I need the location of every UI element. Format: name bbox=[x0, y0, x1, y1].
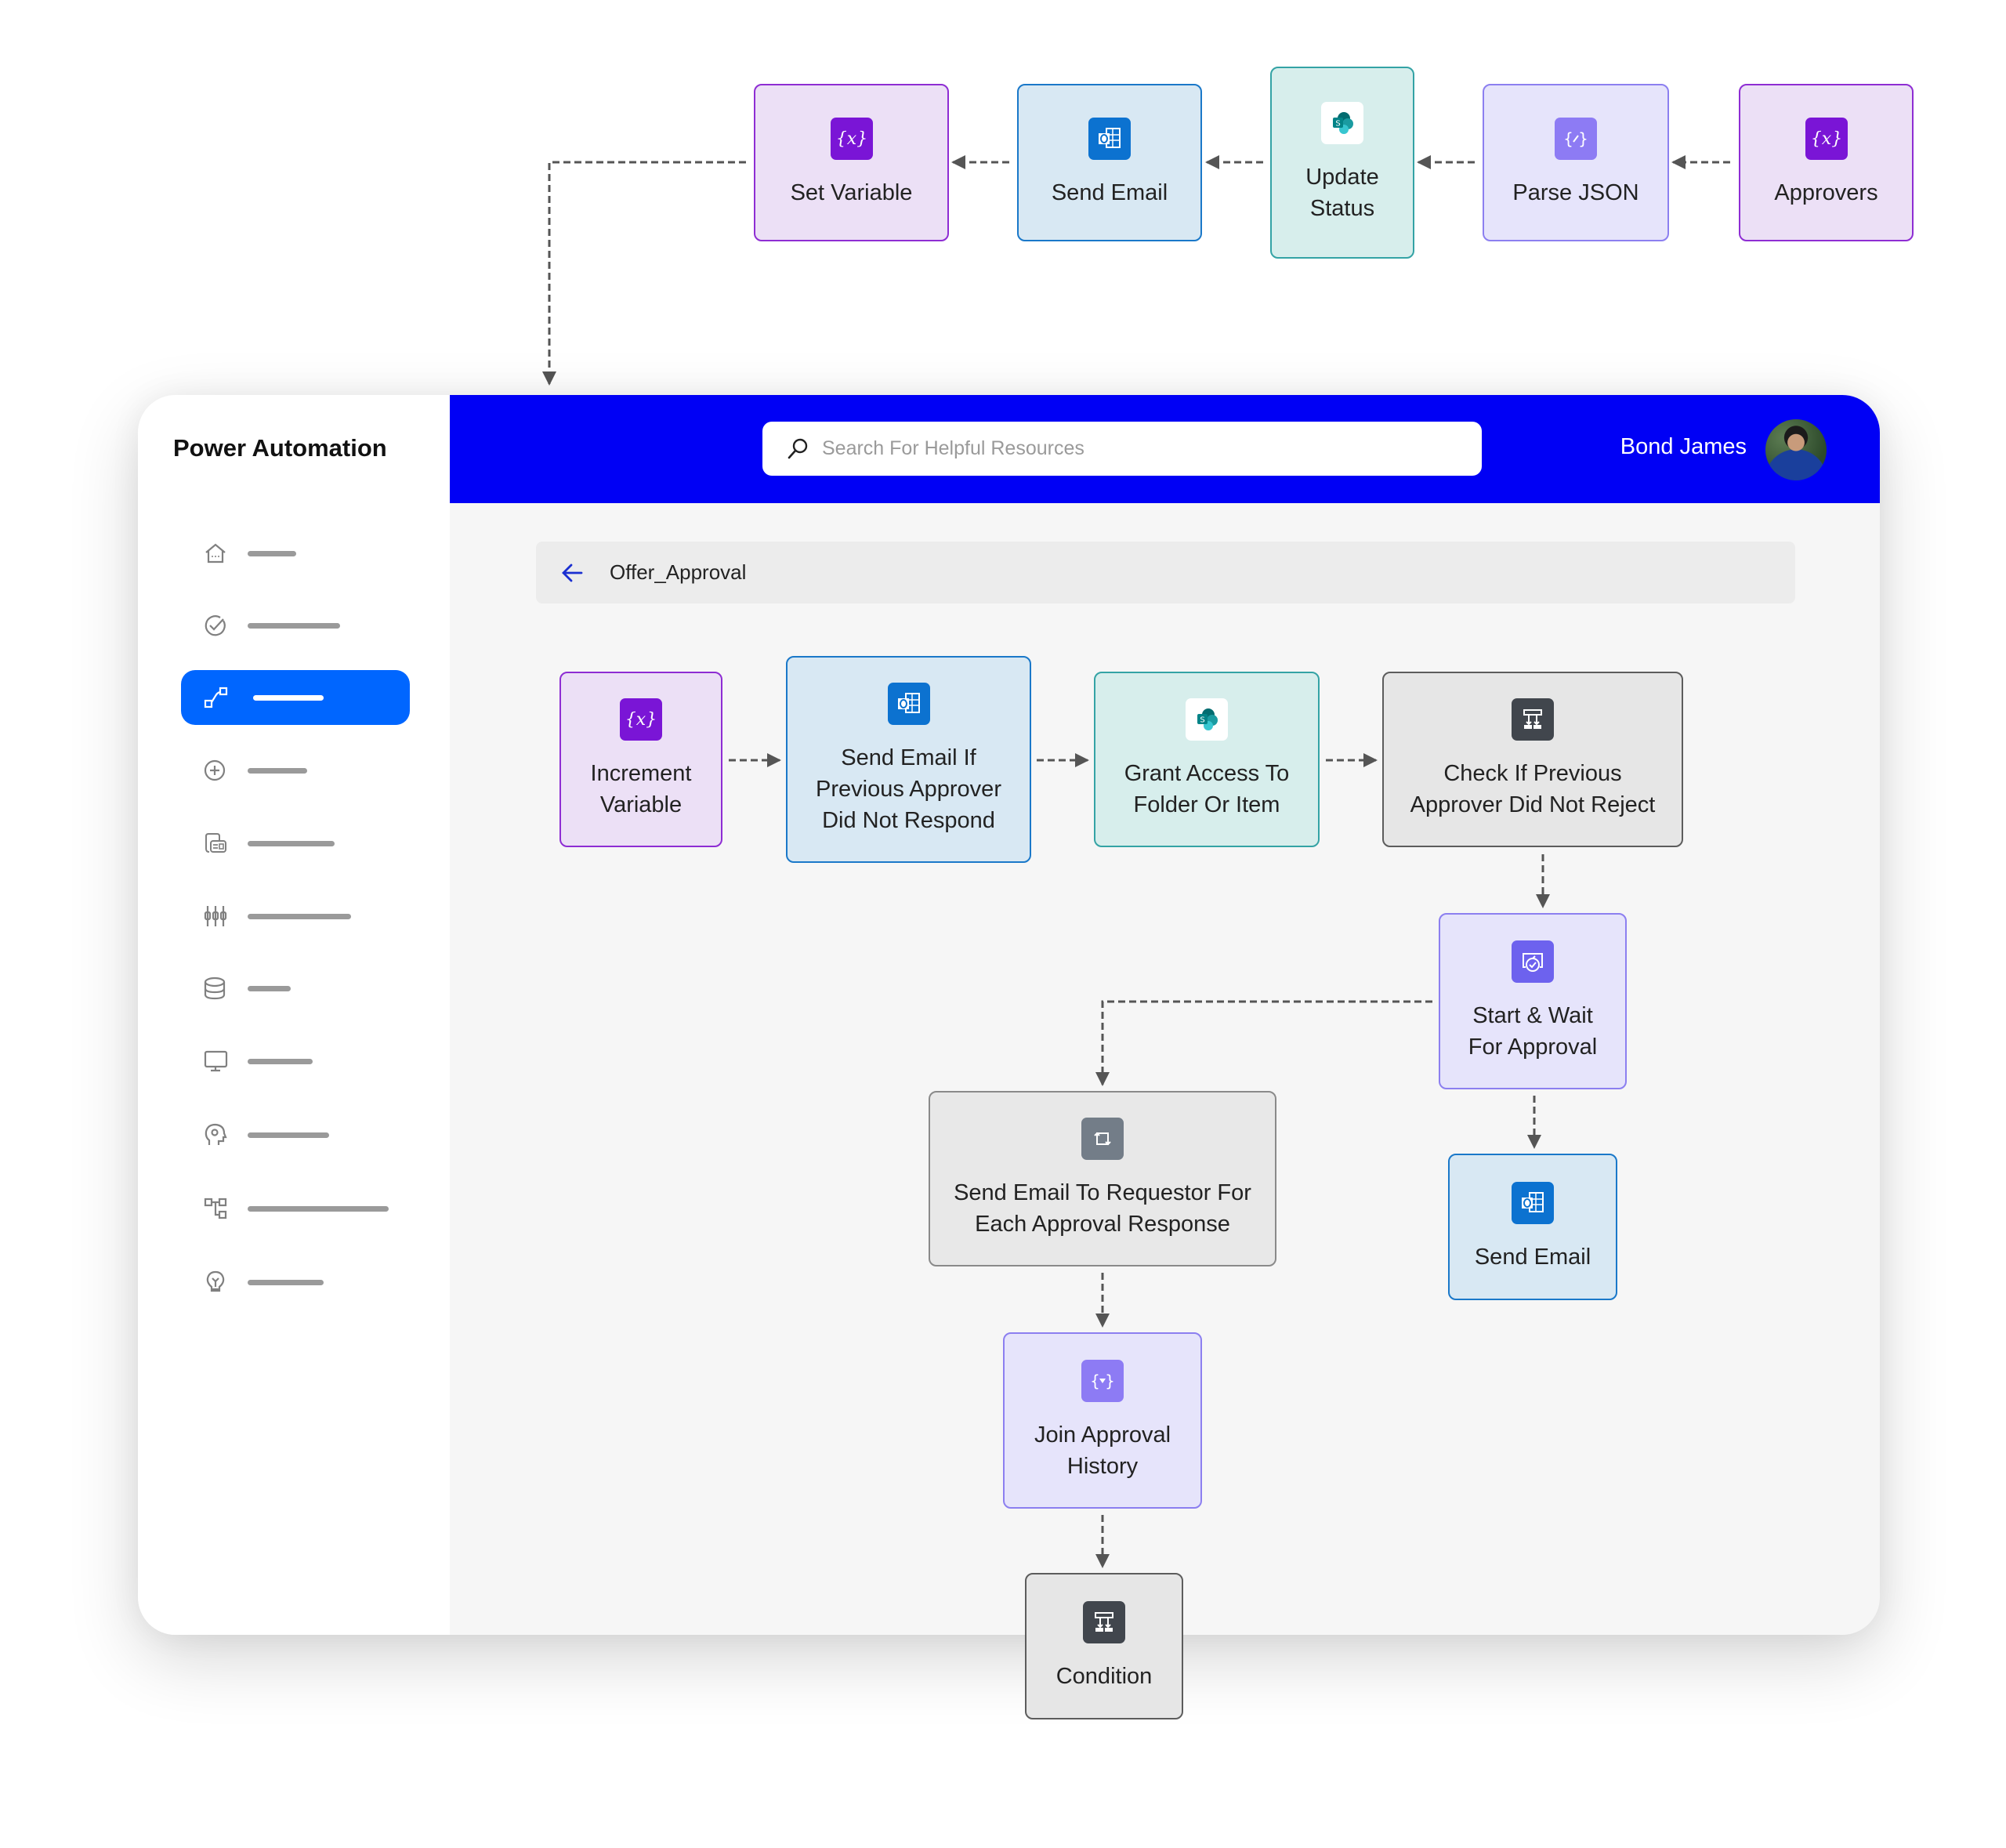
search-input[interactable] bbox=[820, 437, 1450, 461]
sidebar: Power Automation bbox=[138, 395, 450, 1635]
node-parse-json[interactable]: { } Parse JSON bbox=[1483, 84, 1669, 241]
plus-circle-icon bbox=[204, 759, 226, 781]
node-update-status[interactable]: S Update Status bbox=[1270, 67, 1414, 259]
sidebar-item-ideas[interactable] bbox=[181, 1255, 410, 1310]
top-header: Bond James bbox=[450, 395, 1880, 503]
variable-icon: {x} bbox=[620, 698, 662, 741]
templates-icon bbox=[205, 833, 226, 853]
sidebar-item-process[interactable] bbox=[181, 1181, 410, 1236]
lightbulb-icon bbox=[206, 1270, 225, 1292]
node-check-if[interactable]: Check If Previous Approver Did Not Rejec… bbox=[1382, 672, 1683, 847]
sidebar-item-data[interactable] bbox=[181, 961, 410, 1016]
sidebar-item-label bbox=[248, 986, 291, 991]
node-label: Send Email If Previous Approver Did Not … bbox=[816, 745, 1001, 833]
search-icon bbox=[788, 438, 808, 458]
node-label: Parse JSON bbox=[1512, 179, 1639, 205]
node-approvers[interactable]: {x} Approvers bbox=[1739, 84, 1914, 241]
outlook-icon bbox=[1512, 1181, 1554, 1224]
sidebar-item-label bbox=[248, 551, 296, 556]
outlook-icon bbox=[887, 683, 930, 725]
node-label: Send Email To Requestor For Each Approva… bbox=[954, 1180, 1251, 1237]
node-label: Increment Variable bbox=[590, 761, 692, 817]
arrow-left-icon[interactable] bbox=[559, 560, 586, 586]
sidebar-item-ai[interactable] bbox=[181, 1107, 410, 1162]
node-label: Set Variable bbox=[790, 179, 913, 205]
check-circle-icon bbox=[205, 615, 226, 636]
ai-head-icon bbox=[205, 1123, 227, 1145]
node-label: Check If Previous Approver Did Not Rejec… bbox=[1410, 761, 1656, 817]
node-grant-access[interactable]: S Grant Access To Folder Or Item bbox=[1094, 672, 1320, 847]
sharepoint-icon: S bbox=[1321, 101, 1363, 144]
node-label: Grant Access To Folder Or Item bbox=[1124, 761, 1290, 817]
sharepoint-icon: S bbox=[1186, 698, 1228, 741]
sidebar-item-label bbox=[248, 841, 335, 846]
sidebar-item-label bbox=[248, 914, 351, 919]
node-label: Update Status bbox=[1305, 164, 1379, 221]
node-label: Condition bbox=[1056, 1663, 1153, 1689]
node-increment-variable[interactable]: {x} Increment Variable bbox=[559, 672, 722, 847]
monitor-icon bbox=[204, 1050, 228, 1072]
sidebar-item-label bbox=[248, 1059, 313, 1064]
node-send-email-if[interactable]: Send Email If Previous Approver Did Not … bbox=[786, 656, 1031, 863]
home-icon bbox=[205, 543, 226, 563]
node-set-variable[interactable]: {x} Set Variable bbox=[754, 84, 949, 241]
approval-icon bbox=[1512, 940, 1554, 983]
sidebar-item-label bbox=[248, 1206, 389, 1212]
loop-icon bbox=[1081, 1118, 1124, 1160]
app-brand: Power Automation bbox=[173, 434, 387, 462]
node-condition[interactable]: Condition bbox=[1025, 1573, 1183, 1719]
node-label: Send Email bbox=[1051, 179, 1168, 205]
sidebar-item-label bbox=[248, 768, 307, 774]
node-label: Start & Wait For Approval bbox=[1468, 1002, 1598, 1060]
breadcrumb: Offer_Approval bbox=[536, 542, 1795, 603]
condition-icon bbox=[1512, 698, 1554, 741]
node-send-email-requestor[interactable]: Send Email To Requestor For Each Approva… bbox=[929, 1091, 1276, 1266]
node-label: Send Email bbox=[1474, 1244, 1591, 1270]
json-icon: { } bbox=[1555, 117, 1597, 160]
svg-text:S: S bbox=[1335, 119, 1340, 128]
svg-text:S: S bbox=[1200, 716, 1204, 725]
node-label: Approvers bbox=[1774, 179, 1878, 205]
node-send-email-top[interactable]: Send Email bbox=[1017, 84, 1202, 241]
variable-icon: {x} bbox=[830, 117, 873, 160]
sidebar-item-label bbox=[253, 695, 324, 701]
sidebar-item-monitor[interactable] bbox=[181, 1034, 410, 1089]
sidebar-item-templates[interactable] bbox=[181, 816, 410, 871]
flow-title: Offer_Approval bbox=[610, 560, 747, 584]
node-start-wait[interactable]: Start & Wait For Approval bbox=[1439, 913, 1627, 1089]
connector-set-variable-to-app bbox=[542, 161, 746, 386]
sidebar-item-label bbox=[248, 1280, 324, 1285]
database-icon bbox=[204, 977, 226, 1000]
node-label: Join Approval History bbox=[1034, 1422, 1171, 1479]
svg-text:{x}: {x} bbox=[625, 710, 657, 730]
user-name: Bond James bbox=[1620, 434, 1747, 459]
sidebar-item-connectors[interactable] bbox=[181, 889, 410, 944]
json-icon: { } bbox=[1081, 1359, 1124, 1402]
connectors-icon bbox=[204, 906, 227, 926]
search-bar[interactable] bbox=[762, 422, 1482, 476]
variable-icon: {x} bbox=[1805, 117, 1848, 160]
sidebar-item-label bbox=[248, 623, 340, 629]
sidebar-item-home[interactable] bbox=[181, 526, 410, 581]
user-avatar[interactable] bbox=[1765, 419, 1827, 480]
sidebar-item-tasks[interactable] bbox=[181, 598, 410, 653]
flow-icon bbox=[204, 687, 228, 708]
svg-text:{x}: {x} bbox=[836, 129, 867, 149]
condition-icon bbox=[1083, 1600, 1125, 1643]
outlook-icon bbox=[1088, 117, 1131, 160]
process-icon bbox=[204, 1198, 227, 1219]
node-send-email-right[interactable]: Send Email bbox=[1448, 1154, 1617, 1300]
sidebar-item-label bbox=[248, 1132, 329, 1138]
sidebar-item-create[interactable] bbox=[181, 743, 410, 798]
sidebar-item-flows[interactable] bbox=[181, 670, 410, 725]
node-join-approval[interactable]: { } Join Approval History bbox=[1003, 1332, 1202, 1509]
svg-text:{x}: {x} bbox=[1811, 129, 1842, 149]
